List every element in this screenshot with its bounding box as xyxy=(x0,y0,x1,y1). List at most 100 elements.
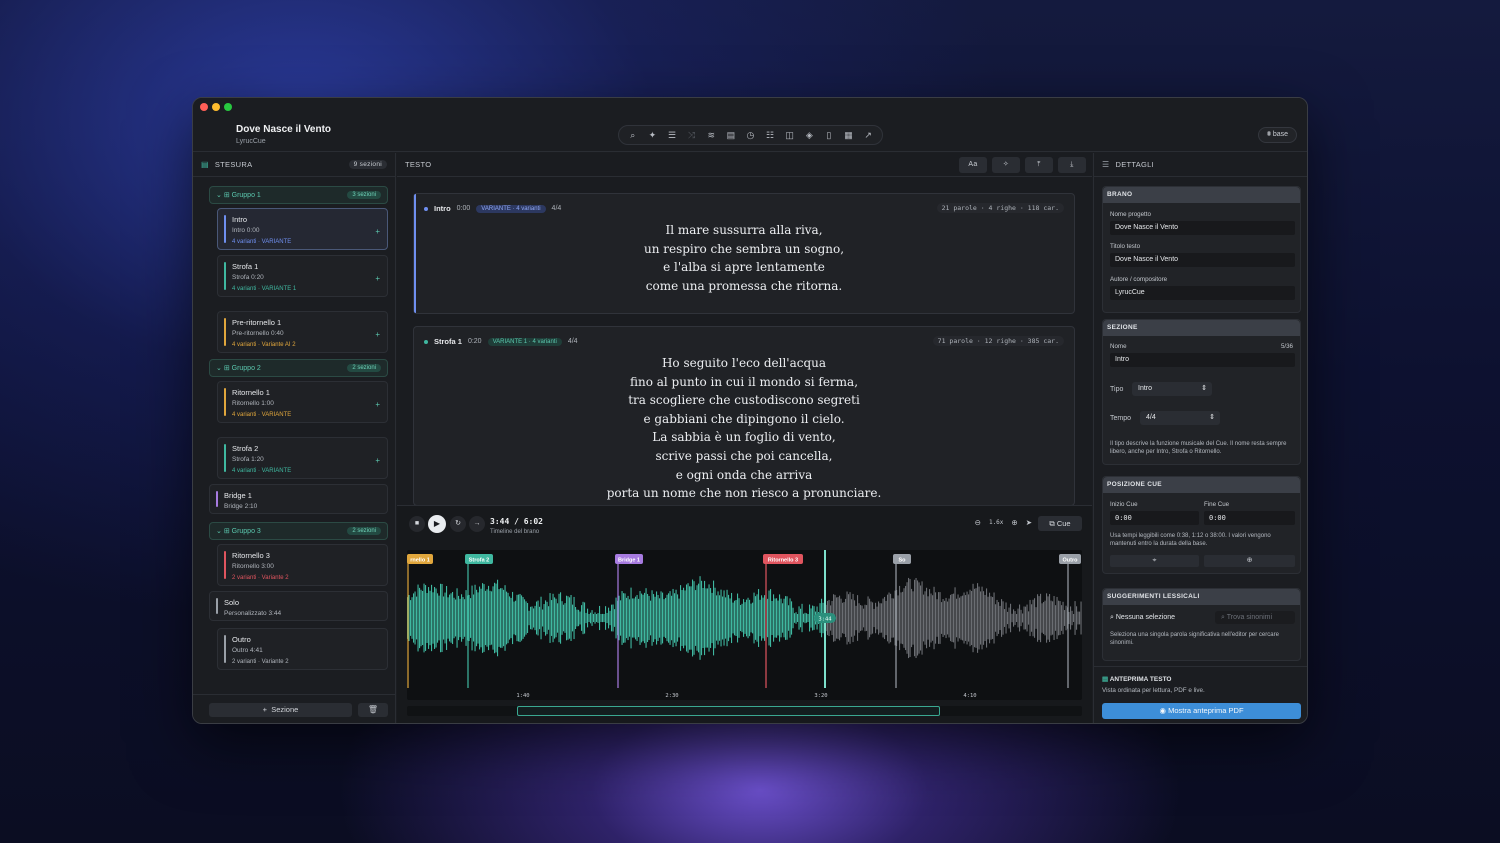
bookmark-icon[interactable]: ▯ xyxy=(822,128,836,142)
waveform-bar xyxy=(1059,601,1061,635)
import-button[interactable]: ⤒ xyxy=(1025,157,1053,173)
list-icon: ☰ xyxy=(1102,160,1110,169)
tempo-select[interactable]: 4/4 ⇕ xyxy=(1140,411,1220,425)
waveform-bar xyxy=(992,597,994,639)
zoom-window-button[interactable] xyxy=(224,103,232,111)
checklist-icon[interactable]: ☷ xyxy=(763,128,777,142)
waveform-bar xyxy=(857,595,859,641)
show-pdf-preview-button[interactable]: ◉ Mostra anteprima PDF xyxy=(1102,703,1301,719)
add-section-button[interactable]: + Sezione xyxy=(209,703,352,717)
loop-button[interactable]: ↻ xyxy=(450,516,466,532)
section-card[interactable]: Pre-ritornello 1 Pre-ritornello 0:40 4 var… xyxy=(217,311,388,353)
waveform-bar xyxy=(653,594,655,642)
waveform-bar xyxy=(620,600,622,636)
lyrics-block[interactable]: Intro 0:00 VARIANTE · 4 varianti 4/4 21 par… xyxy=(413,193,1075,314)
forward-button[interactable]: → xyxy=(469,516,485,532)
section-card[interactable]: Outro Outro 4:41 2 varianti · Variante 2 xyxy=(217,628,388,670)
lyrics-title-field[interactable]: Dove Nasce il Vento xyxy=(1110,253,1295,267)
section-color-bar xyxy=(224,215,226,243)
anteprima-heading: ▤ ANTEPRIMA TESTO xyxy=(1102,675,1171,683)
close-window-button[interactable] xyxy=(200,103,208,111)
waveform-bar xyxy=(609,610,611,626)
section-meta: Personalizzato 3:44 xyxy=(224,610,282,617)
play-button[interactable]: ▶ xyxy=(428,515,446,533)
variant-badge[interactable]: VARIANTE 1 · 4 varianti xyxy=(487,337,562,346)
lyrics-block[interactable]: Strofa 1 0:20 VARIANTE 1 · 4 varianti 4/4 7… xyxy=(413,326,1075,506)
cue-marker-label[interactable]: rnello 1 xyxy=(410,558,430,564)
section-meta: Strofa 1:20 xyxy=(232,456,264,463)
cue-marker-label[interactable]: So xyxy=(898,558,906,564)
project-name-field[interactable]: Dove Nasce il Vento xyxy=(1110,221,1295,235)
search-icon[interactable]: ⌕ xyxy=(626,128,640,142)
section-card[interactable]: Ritornello 1 Ritornello 1:00 4 varianti · … xyxy=(217,381,388,423)
overview-window[interactable] xyxy=(517,706,940,716)
minimize-window-button[interactable] xyxy=(212,103,220,111)
waveform-bar xyxy=(996,599,998,637)
cue-end-field[interactable]: 0:00 xyxy=(1204,511,1295,525)
lyrics-block-header: Intro 0:00 VARIANTE · 4 varianti 4/4 xyxy=(424,204,561,213)
waveform-icon[interactable]: ≋ xyxy=(704,128,718,142)
document-icon[interactable]: ▤ xyxy=(724,128,738,142)
mode-button[interactable]: ⩩ base xyxy=(1258,127,1297,143)
list-icon[interactable]: ☰ xyxy=(665,128,679,142)
group-header[interactable]: ⌄ ⊞ Gruppo 1 3 sezioni xyxy=(209,186,388,204)
waveform-bar xyxy=(629,599,631,637)
waveform-bar xyxy=(582,601,584,635)
share-icon[interactable]: ↗ xyxy=(861,128,875,142)
lyric-line: fino al punto in cui il mondo si ferma, xyxy=(629,374,859,389)
waveform-bar xyxy=(783,598,785,638)
section-card[interactable]: Solo Personalizzato 3:44 xyxy=(209,591,388,621)
zoom-in-icon[interactable]: ⊕ xyxy=(1011,518,1017,527)
cue-marker-label[interactable]: Strofa 2 xyxy=(469,558,489,564)
stop-button[interactable]: ■ xyxy=(409,516,425,532)
cue-marker-label[interactable]: Ritornello 3 xyxy=(768,558,798,564)
overview-track[interactable] xyxy=(407,706,1082,716)
section-card[interactable]: Strofa 1 Strofa 0:20 4 varianti · VARIANTE… xyxy=(217,255,388,297)
add-variant-icon[interactable]: + xyxy=(375,330,380,339)
cue-marker-label[interactable]: Outro xyxy=(1063,558,1079,564)
variant-badge[interactable]: VARIANTE · 4 varianti xyxy=(476,204,546,213)
waveform-bar xyxy=(749,599,751,637)
set-start-button[interactable]: ⌖ xyxy=(1110,555,1199,567)
waveform-timeline[interactable]: rnello 1 Strofa 2 Bridge 1 Ritornello 3 So Ou… xyxy=(407,550,1082,700)
synonym-search-input[interactable]: ⌕ Trova sinonimi xyxy=(1215,611,1295,624)
lyrics-text[interactable]: Il mare sussurra alla riva, un respiro c… xyxy=(414,221,1074,295)
set-end-button[interactable]: ⊕ xyxy=(1204,555,1295,567)
waveform-bar xyxy=(464,599,466,637)
waveform-bar xyxy=(792,607,794,629)
add-variant-icon[interactable]: + xyxy=(375,456,380,465)
add-variant-icon[interactable]: + xyxy=(375,400,380,409)
wand-icon[interactable]: ✦ xyxy=(645,128,659,142)
zoom-out-icon[interactable]: ⊖ xyxy=(975,518,981,527)
group-header[interactable]: ⌄ ⊞ Gruppo 3 2 sezioni xyxy=(209,522,388,540)
waveform-bar xyxy=(440,583,442,653)
clock-icon[interactable]: ◷ xyxy=(743,128,757,142)
magic-button[interactable]: ✧ xyxy=(992,157,1020,173)
cue-button[interactable]: ⧉ Cue xyxy=(1038,516,1082,531)
shuffle-icon[interactable]: ⤨ xyxy=(685,128,699,142)
section-card[interactable]: Bridge 1 Bridge 2:10 xyxy=(209,484,388,514)
cue-start-field[interactable]: 0:00 xyxy=(1110,511,1199,525)
group-header[interactable]: ⌄ ⊞ Gruppo 2 2 sezioni xyxy=(209,359,388,377)
send-icon[interactable]: ➤ xyxy=(1026,518,1032,527)
section-name-field[interactable]: Intro xyxy=(1110,353,1295,367)
waveform-bar xyxy=(477,592,479,644)
add-variant-icon[interactable]: + xyxy=(375,227,380,236)
waveform-bar xyxy=(584,602,586,634)
delete-section-button[interactable]: 🗑 xyxy=(358,703,388,717)
section-card[interactable]: Intro Intro 0:00 4 varianti · VARIANTE + xyxy=(217,208,388,250)
section-card[interactable]: Ritornello 3 Ritornello 3:00 2 varianti · … xyxy=(217,544,388,586)
waveform-bar xyxy=(768,590,770,646)
section-card[interactable]: Strofa 2 Strofa 1:20 4 varianti · VARIANTE… xyxy=(217,437,388,479)
notes-icon[interactable]: ▦ xyxy=(842,128,856,142)
columns-icon[interactable]: ◫ xyxy=(783,128,797,142)
font-button[interactable]: Aa xyxy=(959,157,987,173)
author-field[interactable]: LyrucCue xyxy=(1110,286,1295,300)
cue-marker-label[interactable]: Bridge 1 xyxy=(618,558,640,564)
export-button[interactable]: ⤓ xyxy=(1058,157,1086,173)
layers-icon[interactable]: ◈ xyxy=(802,128,816,142)
lyrics-text[interactable]: Ho seguito l'eco dell'acqua fino al punt… xyxy=(414,354,1074,503)
waveform-bar xyxy=(564,603,566,633)
tipo-select[interactable]: Intro ⇕ xyxy=(1132,382,1212,396)
add-variant-icon[interactable]: + xyxy=(375,274,380,283)
